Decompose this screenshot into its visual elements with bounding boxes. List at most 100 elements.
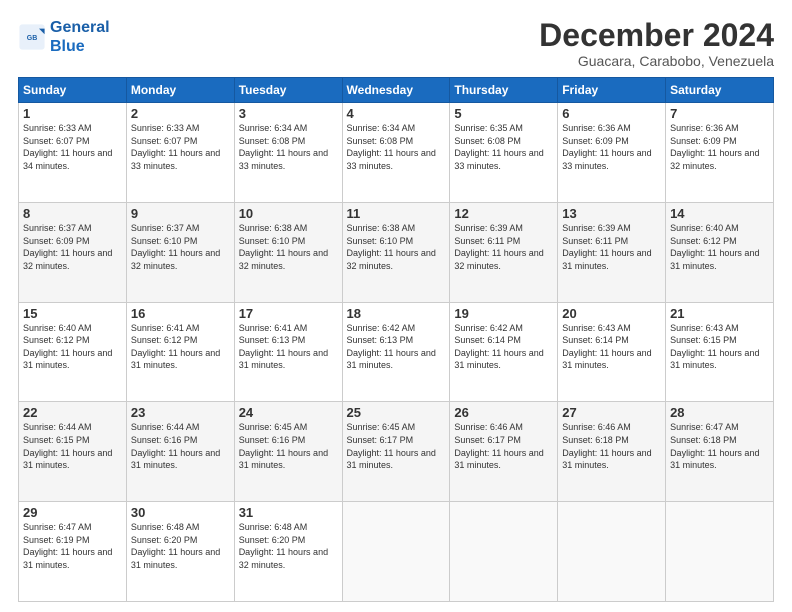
day-number: 31 [239,505,338,520]
day-header-saturday: Saturday [666,78,774,103]
day-number: 3 [239,106,338,121]
calendar-cell: 6Sunrise: 6:36 AMSunset: 6:09 PMDaylight… [558,103,666,203]
calendar-cell [666,502,774,602]
day-number: 8 [23,206,122,221]
day-number: 6 [562,106,661,121]
day-number: 17 [239,306,338,321]
day-number: 18 [347,306,446,321]
day-number: 4 [347,106,446,121]
day-info: Sunrise: 6:40 AMSunset: 6:12 PMDaylight:… [23,322,122,372]
day-info: Sunrise: 6:38 AMSunset: 6:10 PMDaylight:… [347,222,446,272]
calendar-cell: 5Sunrise: 6:35 AMSunset: 6:08 PMDaylight… [450,103,558,203]
calendar-cell: 30Sunrise: 6:48 AMSunset: 6:20 PMDayligh… [126,502,234,602]
calendar-header-row: SundayMondayTuesdayWednesdayThursdayFrid… [19,78,774,103]
calendar-cell: 7Sunrise: 6:36 AMSunset: 6:09 PMDaylight… [666,103,774,203]
day-info: Sunrise: 6:42 AMSunset: 6:14 PMDaylight:… [454,322,553,372]
day-info: Sunrise: 6:37 AMSunset: 6:09 PMDaylight:… [23,222,122,272]
calendar-cell: 1Sunrise: 6:33 AMSunset: 6:07 PMDaylight… [19,103,127,203]
day-header-tuesday: Tuesday [234,78,342,103]
day-info: Sunrise: 6:39 AMSunset: 6:11 PMDaylight:… [562,222,661,272]
day-number: 5 [454,106,553,121]
calendar-week-3: 15Sunrise: 6:40 AMSunset: 6:12 PMDayligh… [19,302,774,402]
day-number: 10 [239,206,338,221]
calendar-cell: 24Sunrise: 6:45 AMSunset: 6:16 PMDayligh… [234,402,342,502]
calendar-cell: 14Sunrise: 6:40 AMSunset: 6:12 PMDayligh… [666,202,774,302]
calendar-cell: 26Sunrise: 6:46 AMSunset: 6:17 PMDayligh… [450,402,558,502]
calendar-week-2: 8Sunrise: 6:37 AMSunset: 6:09 PMDaylight… [19,202,774,302]
day-number: 12 [454,206,553,221]
calendar-cell: 12Sunrise: 6:39 AMSunset: 6:11 PMDayligh… [450,202,558,302]
day-number: 23 [131,405,230,420]
day-number: 13 [562,206,661,221]
logo: GB General Blue [18,18,110,56]
calendar-cell: 25Sunrise: 6:45 AMSunset: 6:17 PMDayligh… [342,402,450,502]
day-info: Sunrise: 6:46 AMSunset: 6:17 PMDaylight:… [454,421,553,471]
day-number: 29 [23,505,122,520]
day-info: Sunrise: 6:34 AMSunset: 6:08 PMDaylight:… [239,122,338,172]
calendar-cell: 31Sunrise: 6:48 AMSunset: 6:20 PMDayligh… [234,502,342,602]
header: GB General Blue December 2024 Guacara, C… [18,18,774,69]
calendar-cell: 2Sunrise: 6:33 AMSunset: 6:07 PMDaylight… [126,103,234,203]
day-info: Sunrise: 6:34 AMSunset: 6:08 PMDaylight:… [347,122,446,172]
logo-line1: General [50,19,110,36]
calendar-cell: 20Sunrise: 6:43 AMSunset: 6:14 PMDayligh… [558,302,666,402]
day-number: 20 [562,306,661,321]
calendar-cell: 27Sunrise: 6:46 AMSunset: 6:18 PMDayligh… [558,402,666,502]
calendar-cell: 18Sunrise: 6:42 AMSunset: 6:13 PMDayligh… [342,302,450,402]
day-info: Sunrise: 6:48 AMSunset: 6:20 PMDaylight:… [131,521,230,571]
calendar: SundayMondayTuesdayWednesdayThursdayFrid… [18,77,774,602]
logo-text: General Blue [50,18,110,56]
calendar-cell: 9Sunrise: 6:37 AMSunset: 6:10 PMDaylight… [126,202,234,302]
day-header-friday: Friday [558,78,666,103]
day-info: Sunrise: 6:42 AMSunset: 6:13 PMDaylight:… [347,322,446,372]
day-number: 11 [347,206,446,221]
day-number: 28 [670,405,769,420]
calendar-week-1: 1Sunrise: 6:33 AMSunset: 6:07 PMDaylight… [19,103,774,203]
calendar-cell: 16Sunrise: 6:41 AMSunset: 6:12 PMDayligh… [126,302,234,402]
day-number: 30 [131,505,230,520]
calendar-cell [558,502,666,602]
calendar-cell: 13Sunrise: 6:39 AMSunset: 6:11 PMDayligh… [558,202,666,302]
calendar-cell [342,502,450,602]
day-info: Sunrise: 6:45 AMSunset: 6:17 PMDaylight:… [347,421,446,471]
main-title: December 2024 [539,18,774,53]
calendar-cell: 28Sunrise: 6:47 AMSunset: 6:18 PMDayligh… [666,402,774,502]
calendar-cell: 19Sunrise: 6:42 AMSunset: 6:14 PMDayligh… [450,302,558,402]
day-info: Sunrise: 6:41 AMSunset: 6:13 PMDaylight:… [239,322,338,372]
day-number: 2 [131,106,230,121]
day-header-monday: Monday [126,78,234,103]
day-info: Sunrise: 6:43 AMSunset: 6:15 PMDaylight:… [670,322,769,372]
day-info: Sunrise: 6:46 AMSunset: 6:18 PMDaylight:… [562,421,661,471]
calendar-cell: 29Sunrise: 6:47 AMSunset: 6:19 PMDayligh… [19,502,127,602]
day-number: 7 [670,106,769,121]
title-block: December 2024 Guacara, Carabobo, Venezue… [539,18,774,69]
day-info: Sunrise: 6:38 AMSunset: 6:10 PMDaylight:… [239,222,338,272]
calendar-cell: 4Sunrise: 6:34 AMSunset: 6:08 PMDaylight… [342,103,450,203]
day-info: Sunrise: 6:40 AMSunset: 6:12 PMDaylight:… [670,222,769,272]
calendar-week-5: 29Sunrise: 6:47 AMSunset: 6:19 PMDayligh… [19,502,774,602]
day-info: Sunrise: 6:39 AMSunset: 6:11 PMDaylight:… [454,222,553,272]
day-number: 24 [239,405,338,420]
calendar-cell: 10Sunrise: 6:38 AMSunset: 6:10 PMDayligh… [234,202,342,302]
logo-icon: GB [18,23,46,51]
day-info: Sunrise: 6:37 AMSunset: 6:10 PMDaylight:… [131,222,230,272]
day-info: Sunrise: 6:44 AMSunset: 6:16 PMDaylight:… [131,421,230,471]
day-info: Sunrise: 6:44 AMSunset: 6:15 PMDaylight:… [23,421,122,471]
day-info: Sunrise: 6:45 AMSunset: 6:16 PMDaylight:… [239,421,338,471]
calendar-cell: 8Sunrise: 6:37 AMSunset: 6:09 PMDaylight… [19,202,127,302]
subtitle: Guacara, Carabobo, Venezuela [539,53,774,69]
day-number: 27 [562,405,661,420]
day-number: 21 [670,306,769,321]
day-number: 19 [454,306,553,321]
day-number: 1 [23,106,122,121]
logo-line2: Blue [50,38,85,55]
day-number: 22 [23,405,122,420]
day-number: 25 [347,405,446,420]
day-info: Sunrise: 6:35 AMSunset: 6:08 PMDaylight:… [454,122,553,172]
calendar-cell: 17Sunrise: 6:41 AMSunset: 6:13 PMDayligh… [234,302,342,402]
calendar-cell: 11Sunrise: 6:38 AMSunset: 6:10 PMDayligh… [342,202,450,302]
svg-text:GB: GB [27,35,38,42]
calendar-cell: 3Sunrise: 6:34 AMSunset: 6:08 PMDaylight… [234,103,342,203]
calendar-week-4: 22Sunrise: 6:44 AMSunset: 6:15 PMDayligh… [19,402,774,502]
day-number: 9 [131,206,230,221]
